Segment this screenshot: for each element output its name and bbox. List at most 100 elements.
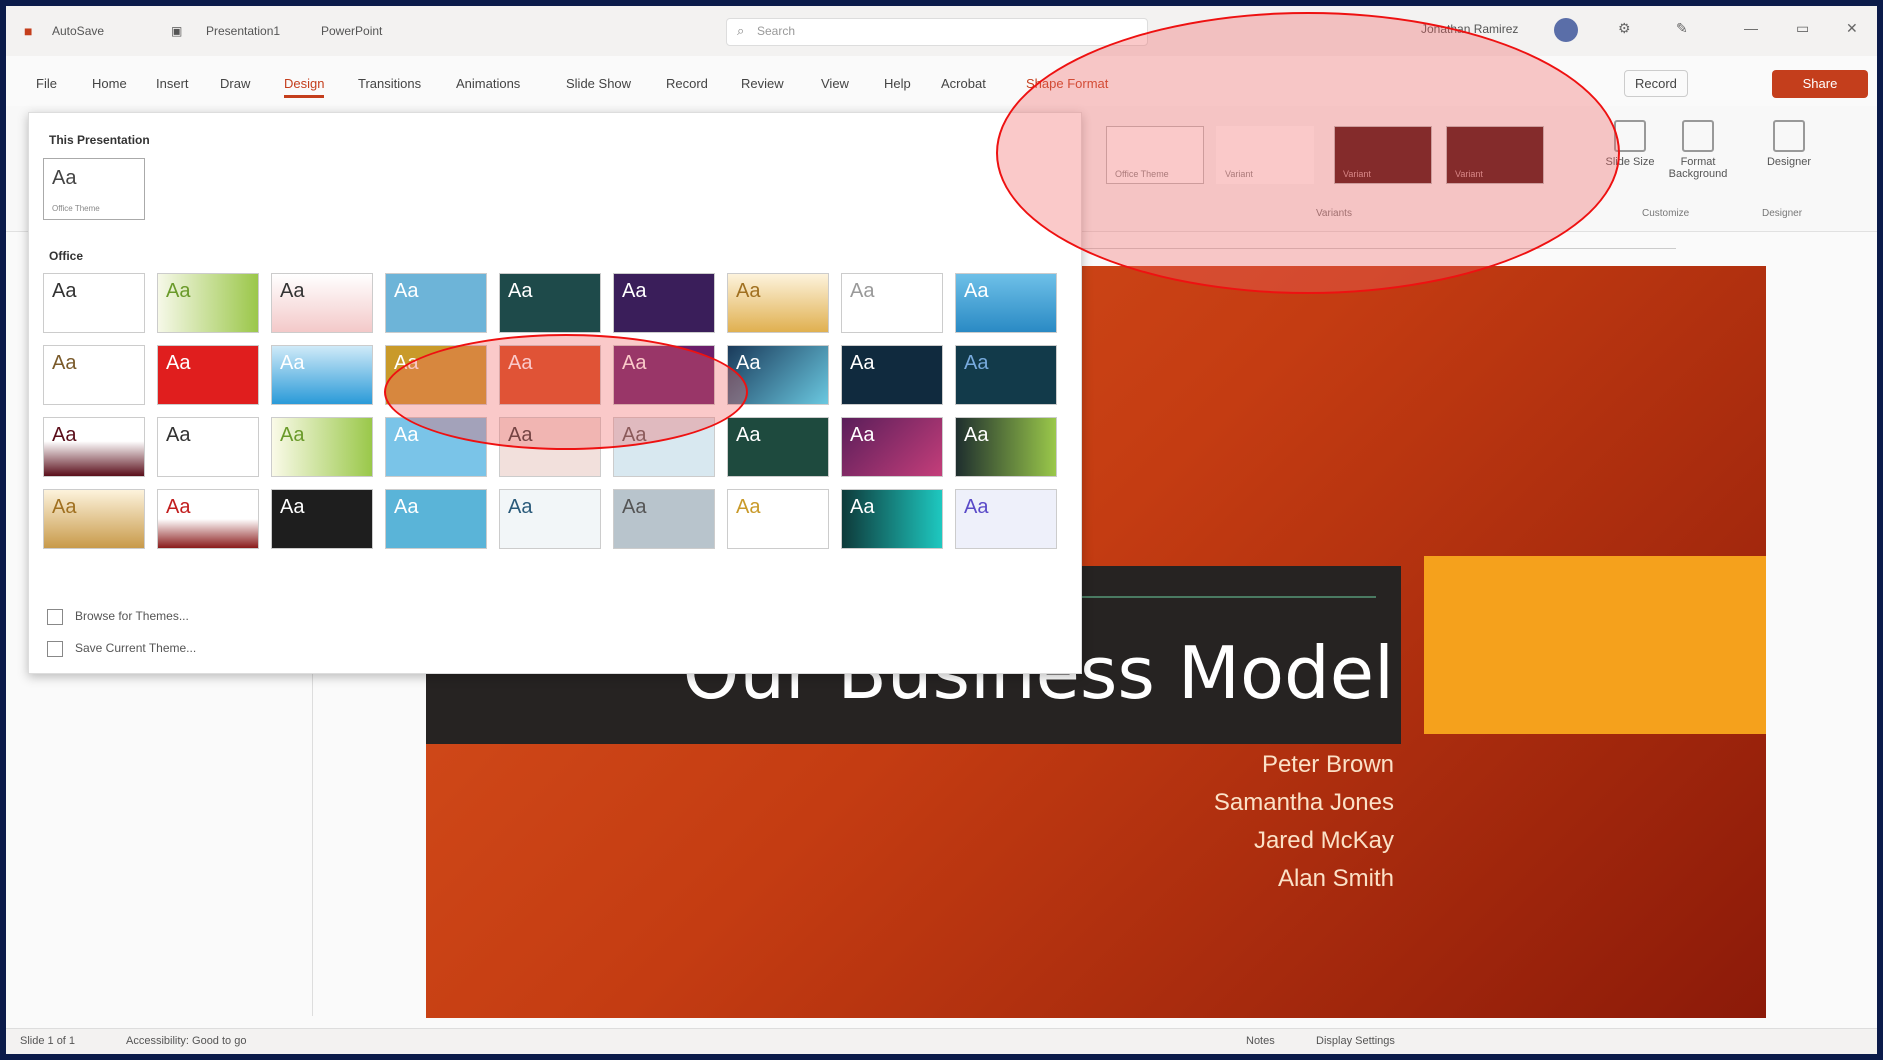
browse-themes-link[interactable]: Browse for Themes... [47,609,189,625]
search-icon: ⌕ [737,23,745,38]
theme-thumbnail[interactable]: Aa [43,489,145,549]
theme-sample-text: Aa [394,280,419,302]
theme-thumbnail[interactable]: Aa [157,489,259,549]
theme-sample-text: Aa [166,496,191,518]
theme-thumbnail[interactable]: Aa [385,489,487,549]
format-background-button[interactable]: Format Background [1658,120,1738,180]
theme-thumbnail[interactable]: Aa [271,417,373,477]
powerpoint-window: ■ AutoSave ▣ Presentation1 PowerPoint ⌕ … [6,6,1877,1054]
ribbon-tabs: File Home Insert Draw Design Transitions… [6,66,1877,102]
tab-design[interactable]: Design [284,76,325,98]
designer-group-label: Designer [1762,208,1803,219]
theme-sample-text: Aa [280,352,305,374]
theme-sample-text: Aa [622,496,647,518]
theme-thumbnail[interactable]: Aa [613,273,715,333]
save-theme-label: Save Current Theme... [75,641,197,656]
designer-icon [1773,120,1805,152]
autosave-toggle[interactable]: AutoSave [52,22,104,40]
theme-thumbnail[interactable]: Aa [385,273,487,333]
theme-thumbnail[interactable]: Aa [841,345,943,405]
theme-thumbnail[interactable]: Aa [499,489,601,549]
theme-sample-text: Aa [280,496,305,518]
customize-group-label: Customize [1642,208,1690,219]
minimize-icon[interactable]: — [1744,20,1758,36]
document-title: Presentation1 [206,24,281,38]
theme-thumbnail[interactable]: Aa [157,273,259,333]
presenter-name[interactable]: Peter Brown [1262,751,1394,779]
theme-thumbnail[interactable]: Aa [727,273,829,333]
theme-sample-text: Aa [52,280,77,302]
save-icon[interactable]: ▣ [171,22,182,40]
designer-button[interactable]: Designer [1756,120,1822,168]
tab-insert[interactable]: Insert [156,76,189,91]
theme-sample-text: Aa [166,424,191,446]
theme-sample-text: Aa [736,424,761,446]
accessibility-status[interactable]: Accessibility: Good to go [126,1035,246,1047]
theme-sample-text: Aa [736,280,761,302]
accent-rectangle [1424,556,1766,734]
theme-thumbnail[interactable]: Aa [613,489,715,549]
theme-thumbnail[interactable]: Aa [43,417,145,477]
status-bar: Slide 1 of 1 Accessibility: Good to go N… [6,1028,1877,1054]
theme-thumbnail[interactable]: Aa [727,417,829,477]
search-box[interactable]: ⌕ Search [726,18,1148,46]
tab-help[interactable]: Help [884,76,911,91]
current-theme-name: Office Theme [52,204,100,213]
theme-thumbnail[interactable]: Aa [271,345,373,405]
theme-sample-text: Aa [166,280,191,302]
save-theme-link[interactable]: Save Current Theme... [47,641,196,657]
theme-thumbnail[interactable]: Aa [157,417,259,477]
pen-icon[interactable]: ✎ [1676,20,1688,37]
theme-thumbnail[interactable]: Aa [841,417,943,477]
notes-button[interactable]: Notes [1246,1035,1275,1047]
theme-thumbnail[interactable]: Aa [955,417,1057,477]
folder-icon [47,609,63,625]
tab-home[interactable]: Home [92,76,127,91]
tab-draw[interactable]: Draw [220,76,250,91]
presenter-name[interactable]: Jared McKay [1254,827,1394,855]
theme-sample-text: Aa [850,424,875,446]
tab-transitions[interactable]: Transitions [358,76,421,91]
tab-view[interactable]: View [821,76,849,91]
close-icon[interactable]: ✕ [1846,20,1858,37]
theme-sample-text: Aa [280,424,305,446]
theme-sample-text: Aa [736,352,761,374]
format-background-label: Format Background [1668,156,1728,180]
avatar[interactable] [1554,18,1578,42]
theme-sample-text: Aa [850,352,875,374]
settings-icon[interactable]: ⚙ [1618,20,1631,37]
tab-review[interactable]: Review [741,76,784,91]
tab-slide-show[interactable]: Slide Show [566,76,631,91]
theme-thumbnail[interactable]: Aa [727,489,829,549]
presenter-name[interactable]: Samantha Jones [1214,789,1394,817]
theme-thumbnail[interactable]: Aa [841,489,943,549]
share-button[interactable]: Share [1772,70,1868,98]
theme-thumbnail[interactable]: Aa [157,345,259,405]
tab-record[interactable]: Record [666,76,708,91]
theme-sample-text: Aa [622,280,647,302]
theme-thumbnail[interactable]: Aa [841,273,943,333]
restore-icon[interactable]: ▭ [1796,20,1809,37]
presenter-name[interactable]: Alan Smith [1278,865,1394,893]
theme-thumbnail[interactable]: Aa [43,345,145,405]
tab-animations[interactable]: Animations [456,76,520,91]
app-name: PowerPoint [321,24,383,38]
theme-thumbnail[interactable]: Aa [955,345,1057,405]
theme-office[interactable]: Aa [43,273,145,333]
theme-thumbnail[interactable]: Aa [499,273,601,333]
theme-thumbnail[interactable]: Aa [955,273,1057,333]
record-button[interactable]: Record [1624,70,1688,97]
tab-file[interactable]: File [36,76,57,91]
theme-sample-text: Aa [52,424,77,446]
theme-thumbnail[interactable]: Aa [271,273,373,333]
tab-acrobat[interactable]: Acrobat [941,76,986,91]
theme-thumbnail[interactable]: Aa [955,489,1057,549]
display-settings-button[interactable]: Display Settings [1316,1035,1395,1047]
office-heading: Office [49,249,84,263]
format-background-icon [1682,120,1714,152]
highlight-ellipse-variants [996,12,1620,294]
theme-sample-text: Aa [52,167,77,189]
this-presentation-heading: This Presentation [49,133,150,147]
theme-thumbnail[interactable]: Aa [271,489,373,549]
current-theme-thumbnail[interactable]: Aa Office Theme [43,158,145,220]
